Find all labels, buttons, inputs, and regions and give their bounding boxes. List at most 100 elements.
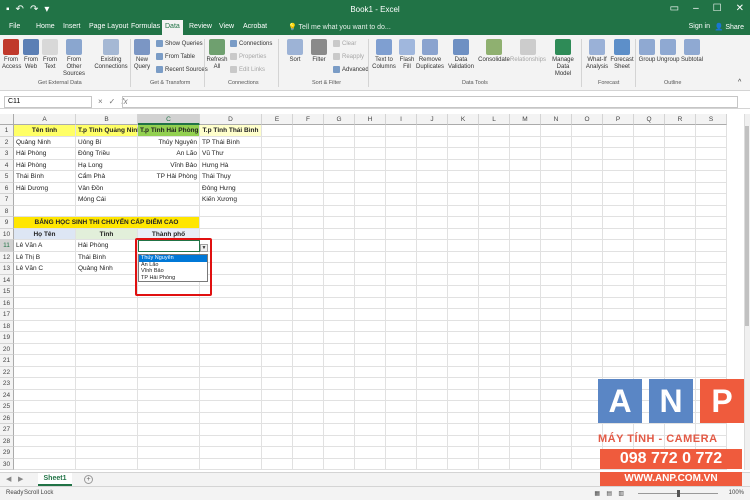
cell[interactable] xyxy=(479,389,510,401)
cell[interactable] xyxy=(665,263,696,275)
cell[interactable] xyxy=(665,320,696,332)
row-header-30[interactable]: 30 xyxy=(0,458,14,470)
row-header-27[interactable]: 27 xyxy=(0,424,14,436)
cell[interactable] xyxy=(417,435,448,447)
new-sheet-button[interactable]: + xyxy=(84,475,93,484)
cell[interactable] xyxy=(262,240,293,252)
quangninh-city-cell[interactable]: Hạ Long xyxy=(76,159,138,171)
cell[interactable] xyxy=(634,263,665,275)
row-header-12[interactable]: 12 xyxy=(0,251,14,263)
cell[interactable] xyxy=(324,378,355,390)
cell[interactable] xyxy=(665,297,696,309)
cell[interactable] xyxy=(634,217,665,229)
cell[interactable] xyxy=(510,171,541,183)
column-header-e[interactable]: E xyxy=(262,114,293,125)
cell[interactable] xyxy=(293,263,324,275)
cell[interactable] xyxy=(696,182,727,194)
cell[interactable] xyxy=(14,297,76,309)
cell[interactable] xyxy=(386,136,417,148)
row-header-21[interactable]: 21 xyxy=(0,355,14,367)
cell[interactable] xyxy=(479,171,510,183)
cell[interactable] xyxy=(200,297,262,309)
cancel-icon[interactable]: × xyxy=(98,97,103,106)
share-button[interactable]: 👤 Share xyxy=(715,23,744,31)
cell[interactable] xyxy=(293,297,324,309)
cell[interactable] xyxy=(386,125,417,137)
cell[interactable] xyxy=(324,286,355,298)
cell[interactable] xyxy=(510,148,541,160)
cell[interactable] xyxy=(138,412,200,424)
cell[interactable] xyxy=(417,228,448,240)
cell[interactable] xyxy=(417,378,448,390)
cell[interactable] xyxy=(262,228,293,240)
cell[interactable] xyxy=(696,251,727,263)
cell[interactable] xyxy=(510,217,541,229)
cell[interactable] xyxy=(572,217,603,229)
cell[interactable] xyxy=(479,286,510,298)
cell[interactable] xyxy=(76,412,138,424)
cell[interactable] xyxy=(448,171,479,183)
cell[interactable] xyxy=(138,389,200,401)
cell[interactable] xyxy=(603,332,634,344)
cell[interactable] xyxy=(448,159,479,171)
cell[interactable] xyxy=(665,159,696,171)
cell[interactable] xyxy=(200,217,262,229)
cell[interactable] xyxy=(76,366,138,378)
cell[interactable] xyxy=(665,125,696,137)
cell[interactable] xyxy=(417,171,448,183)
cell[interactable] xyxy=(293,458,324,470)
cell[interactable] xyxy=(386,320,417,332)
text-to-columns-button[interactable]: Text to Columns xyxy=(370,39,398,71)
cell[interactable] xyxy=(510,447,541,459)
cell[interactable] xyxy=(355,228,386,240)
from-web-button[interactable]: From Web xyxy=(22,39,40,71)
cell[interactable] xyxy=(262,251,293,263)
cell[interactable] xyxy=(14,343,76,355)
cell[interactable] xyxy=(479,125,510,137)
cell[interactable] xyxy=(696,355,727,367)
column-header-d[interactable]: D xyxy=(200,114,262,125)
cell[interactable] xyxy=(355,125,386,137)
cell[interactable] xyxy=(510,389,541,401)
cell[interactable] xyxy=(386,401,417,413)
cell[interactable] xyxy=(293,332,324,344)
column-header-j[interactable]: J xyxy=(417,114,448,125)
reapply-button[interactable]: Reapply xyxy=(333,53,364,60)
cell[interactable] xyxy=(200,401,262,413)
cell[interactable] xyxy=(14,424,76,436)
cell[interactable] xyxy=(262,355,293,367)
recent-sources-button[interactable]: Recent Sources xyxy=(156,66,208,73)
cell[interactable] xyxy=(324,205,355,217)
cell[interactable] xyxy=(696,136,727,148)
cell[interactable] xyxy=(572,332,603,344)
cell[interactable] xyxy=(293,343,324,355)
cell[interactable] xyxy=(479,309,510,321)
from-text-button[interactable]: From Text xyxy=(42,39,58,71)
name-box[interactable]: C11 xyxy=(4,96,92,108)
cell[interactable] xyxy=(138,378,200,390)
row-header-4[interactable]: 4 xyxy=(0,159,14,171)
cell[interactable] xyxy=(200,320,262,332)
cell[interactable] xyxy=(696,125,727,137)
cell[interactable] xyxy=(479,205,510,217)
cell[interactable] xyxy=(14,389,76,401)
cell[interactable] xyxy=(448,182,479,194)
cell[interactable] xyxy=(479,240,510,252)
cell[interactable] xyxy=(696,343,727,355)
cell[interactable] xyxy=(510,401,541,413)
row-header-29[interactable]: 29 xyxy=(0,447,14,459)
tab-view[interactable]: View xyxy=(216,22,237,31)
cell[interactable] xyxy=(138,309,200,321)
header-cell[interactable]: T.p Tỉnh Hải Phòng xyxy=(138,125,200,137)
cell[interactable] xyxy=(293,355,324,367)
cell[interactable] xyxy=(262,125,293,137)
cell[interactable] xyxy=(293,274,324,286)
cell[interactable] xyxy=(355,274,386,286)
haiphong-city-cell[interactable]: Thủy Nguyên xyxy=(138,136,200,148)
column-header-h[interactable]: H xyxy=(355,114,386,125)
haiphong-city-cell[interactable]: Vĩnh Bảo xyxy=(138,159,200,171)
column-header-m[interactable]: M xyxy=(510,114,541,125)
column-header-k[interactable]: K xyxy=(448,114,479,125)
cell[interactable] xyxy=(324,194,355,206)
cell[interactable] xyxy=(386,412,417,424)
